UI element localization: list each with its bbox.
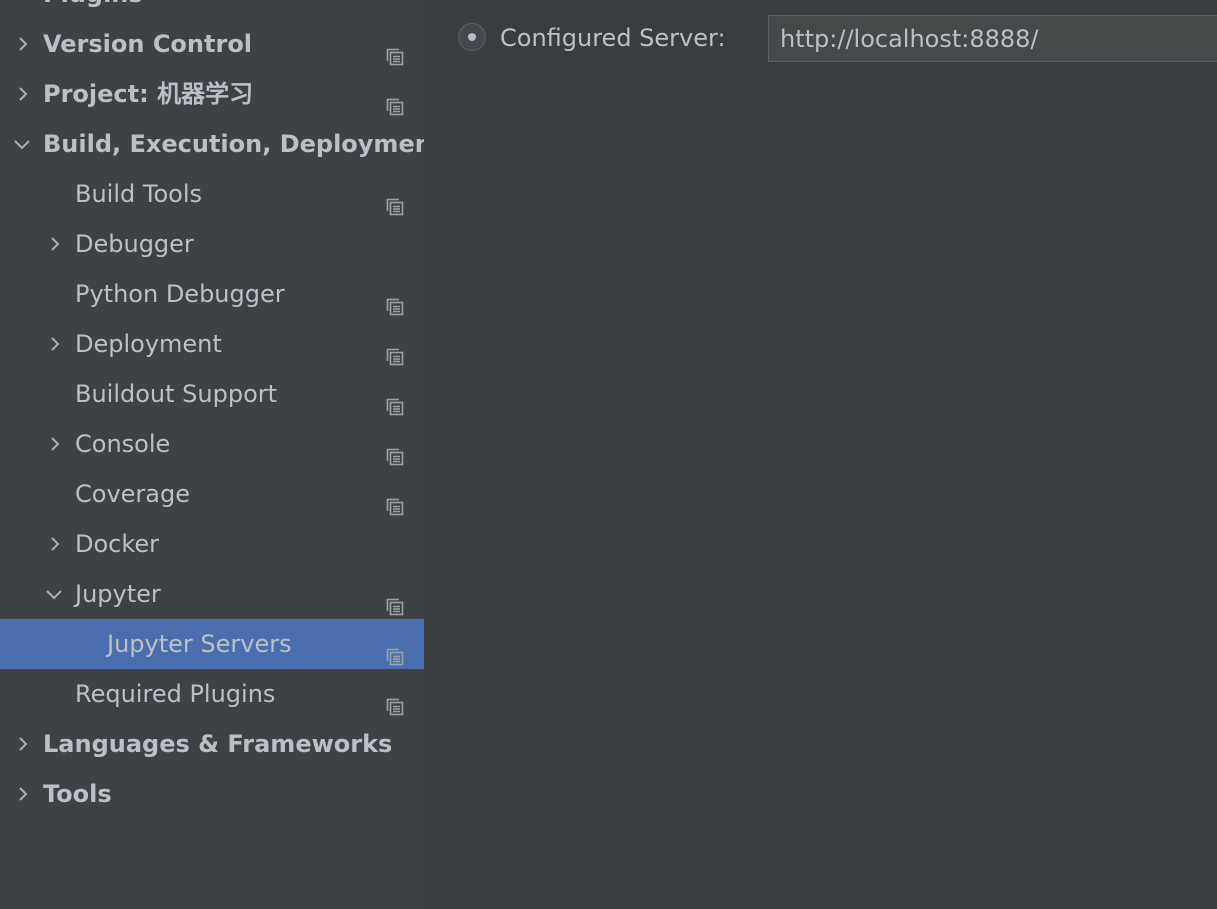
sidebar-item-build-execution-deployment[interactable]: Build, Execution, Deployment bbox=[0, 119, 424, 169]
server-url-input[interactable] bbox=[768, 15, 1217, 62]
chevron-right-icon[interactable] bbox=[46, 419, 66, 469]
project-settings-icon bbox=[385, 584, 405, 616]
sidebar-item-label: Required Plugins bbox=[75, 680, 276, 708]
sidebar-item-label: Jupyter bbox=[75, 580, 161, 608]
chevron-right-icon[interactable] bbox=[46, 319, 66, 369]
sidebar-item-console[interactable]: Console bbox=[0, 419, 424, 469]
project-settings-icon bbox=[385, 34, 405, 66]
project-settings-icon bbox=[385, 334, 405, 366]
project-settings-icon bbox=[385, 434, 405, 466]
sidebar-item-label: Plugins bbox=[43, 0, 143, 19]
chevron-right-icon[interactable] bbox=[14, 19, 34, 69]
jupyter-servers-panel bbox=[424, 0, 1217, 909]
sidebar-item-label: Build, Execution, Deployment bbox=[43, 130, 424, 158]
project-settings-icon bbox=[385, 634, 405, 666]
sidebar-item-label: Docker bbox=[75, 530, 160, 558]
project-settings-icon bbox=[385, 684, 405, 716]
project-settings-icon bbox=[385, 284, 405, 316]
sidebar-item-required-plugins[interactable]: Required Plugins bbox=[0, 669, 424, 719]
settings-tree: Plugins Version Control Project: 机器学习 Build… bbox=[0, 0, 424, 909]
sidebar-item-build-tools[interactable]: Build Tools bbox=[0, 169, 424, 219]
sidebar-item-label: Build Tools bbox=[75, 180, 202, 208]
sidebar-item-debugger[interactable]: Debugger bbox=[0, 219, 424, 269]
sidebar-item-label: Deployment bbox=[75, 330, 222, 358]
sidebar-item-version-control[interactable]: Version Control bbox=[0, 19, 424, 69]
project-settings-icon bbox=[385, 484, 405, 516]
sidebar-item-label: Tools bbox=[43, 780, 112, 808]
sidebar-item-label: Console bbox=[75, 430, 171, 458]
chevron-right-icon[interactable] bbox=[14, 719, 34, 769]
sidebar-item-deployment[interactable]: Deployment bbox=[0, 319, 424, 369]
sidebar-item-label: Project: 机器学习 bbox=[43, 80, 254, 108]
configured-server-label[interactable]: Configured Server: bbox=[500, 20, 726, 56]
sidebar-item-project[interactable]: Project: 机器学习 bbox=[0, 69, 424, 119]
sidebar-item-jupyter-servers[interactable]: Jupyter Servers bbox=[0, 619, 424, 669]
sidebar-item-languages-frameworks[interactable]: Languages & Frameworks bbox=[0, 719, 424, 769]
sidebar-item-docker[interactable]: Docker bbox=[0, 519, 424, 569]
sidebar-item-label: Coverage bbox=[75, 480, 190, 508]
sidebar-item-buildout-support[interactable]: Buildout Support bbox=[0, 369, 424, 419]
sidebar-item-label: Buildout Support bbox=[75, 380, 278, 408]
chevron-right-icon[interactable] bbox=[46, 219, 66, 269]
sidebar-item-python-debugger[interactable]: Python Debugger bbox=[0, 269, 424, 319]
chevron-down-icon[interactable] bbox=[43, 569, 63, 619]
chevron-right-icon[interactable] bbox=[14, 769, 34, 819]
sidebar-item-plugins[interactable]: Plugins bbox=[0, 0, 424, 19]
project-settings-icon bbox=[385, 384, 405, 416]
radio-dot-icon bbox=[468, 33, 476, 41]
sidebar-item-label: Version Control bbox=[43, 30, 253, 58]
sidebar-item-tools[interactable]: Tools bbox=[0, 769, 424, 819]
sidebar-item-label: Python Debugger bbox=[75, 280, 285, 308]
configured-server-radio[interactable] bbox=[458, 23, 486, 51]
project-settings-icon bbox=[385, 184, 405, 216]
sidebar-item-label: Jupyter Servers bbox=[107, 630, 292, 658]
sidebar-item-jupyter[interactable]: Jupyter bbox=[0, 569, 424, 619]
settings-dialog: Plugins Version Control Project: 机器学习 Build… bbox=[0, 0, 1217, 909]
project-settings-icon bbox=[385, 84, 405, 116]
chevron-right-icon[interactable] bbox=[14, 69, 34, 119]
sidebar-item-coverage[interactable]: Coverage bbox=[0, 469, 424, 519]
sidebar-item-label: Languages & Frameworks bbox=[43, 730, 393, 758]
chevron-right-icon[interactable] bbox=[46, 519, 66, 569]
chevron-down-icon[interactable] bbox=[11, 119, 31, 169]
sidebar-item-label: Debugger bbox=[75, 230, 194, 258]
